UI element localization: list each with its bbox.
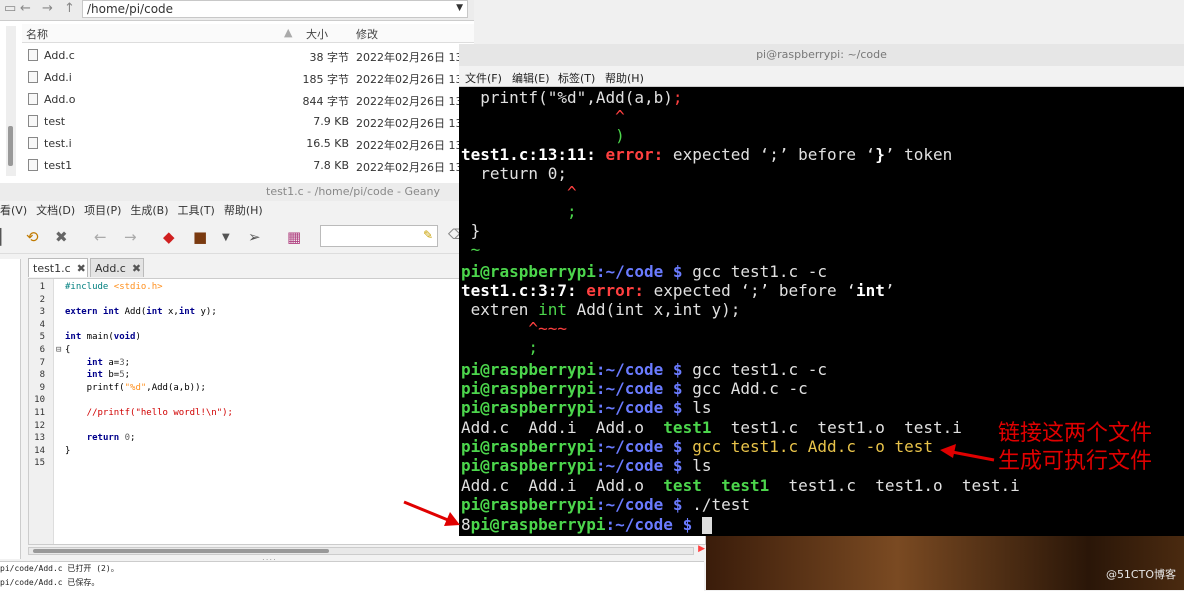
annotation-arrow xyxy=(951,450,995,462)
annotation-arrows xyxy=(403,444,995,526)
annotation-arrow xyxy=(403,500,449,522)
arrowhead xyxy=(940,444,956,458)
